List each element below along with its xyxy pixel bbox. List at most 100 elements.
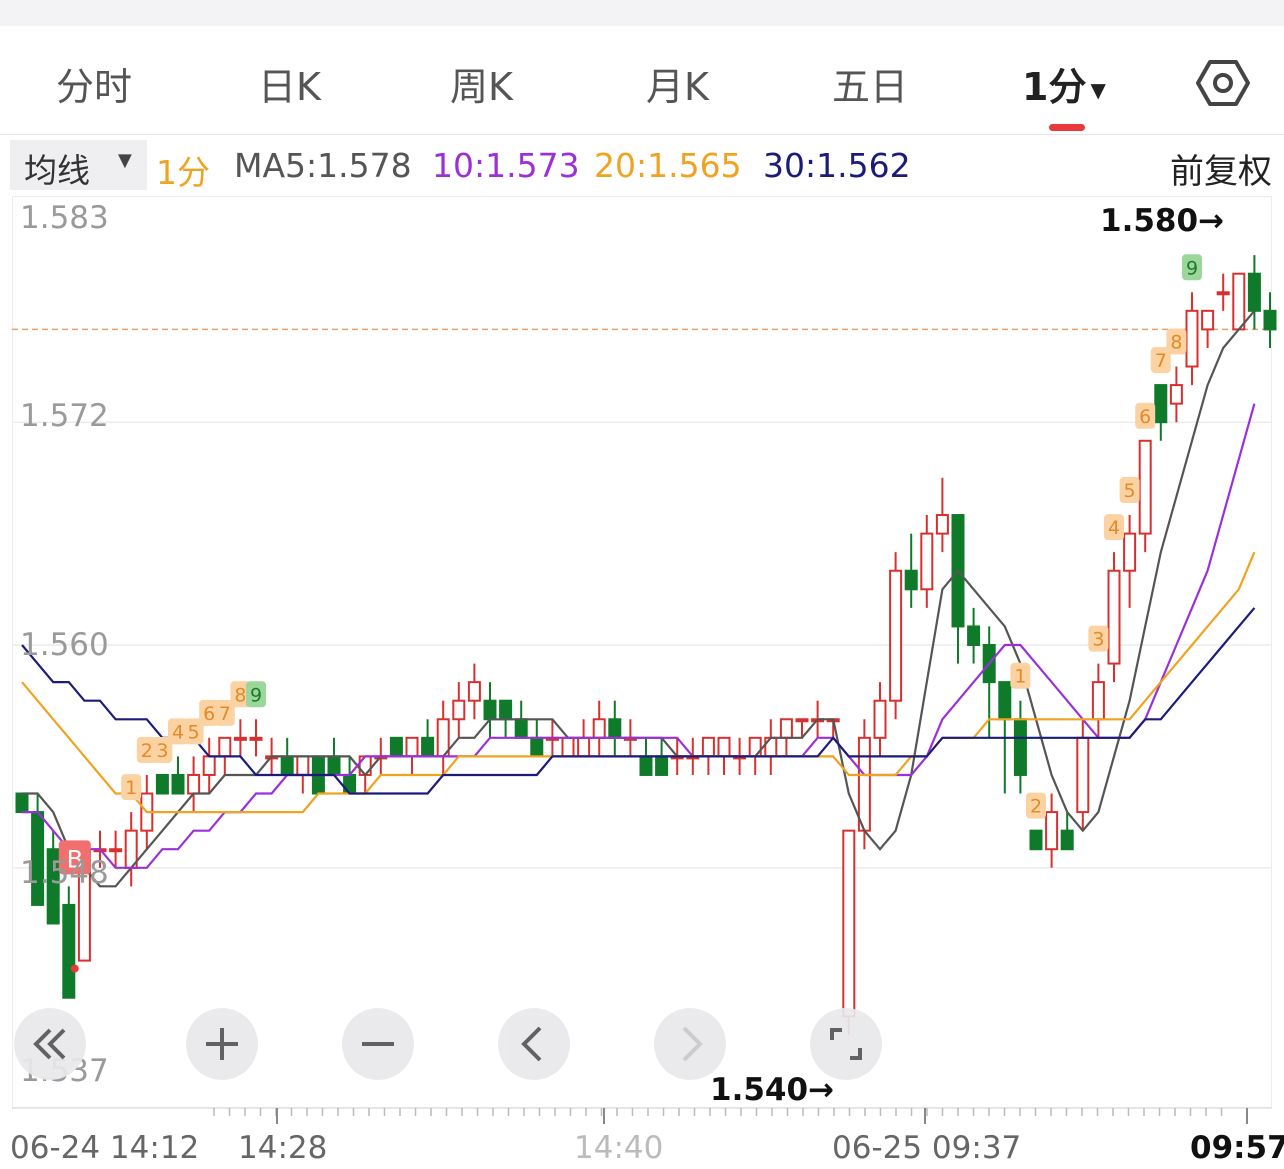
- candle-down: [483, 699, 497, 721]
- scroll-left-button[interactable]: [498, 1008, 570, 1080]
- high-price-marker: 1.580→: [1100, 203, 1225, 239]
- candle-up: [1169, 384, 1183, 405]
- candle-up: [717, 736, 731, 758]
- candle-down: [1154, 384, 1168, 424]
- candle-up: [592, 718, 606, 739]
- signal-label: 5: [1124, 480, 1136, 502]
- signal-label: 7: [219, 703, 231, 725]
- x-tick-label: 06-24 14:12: [10, 1130, 200, 1166]
- candle-up: [795, 718, 809, 723]
- fullscreen-button[interactable]: [810, 1008, 882, 1080]
- candle-up: [701, 736, 715, 758]
- candle-down: [1247, 272, 1261, 312]
- candle-down: [389, 736, 403, 758]
- candle-up: [109, 848, 123, 853]
- candle-up: [467, 681, 481, 702]
- scroll-left-far-button[interactable]: [14, 1008, 86, 1080]
- candle-up: [577, 736, 591, 758]
- candle-down: [1060, 829, 1074, 851]
- candle-down: [655, 755, 669, 776]
- candle-down: [343, 773, 357, 795]
- scroll-right-button[interactable]: [654, 1008, 726, 1080]
- candle-down: [998, 681, 1012, 721]
- buy-point-dot: [70, 964, 79, 973]
- signal-label: 2: [1030, 796, 1042, 818]
- minus-icon: [362, 1042, 394, 1046]
- chevron-right-icon: [682, 1026, 703, 1062]
- signal-label: 5: [188, 721, 200, 743]
- candle-up: [748, 736, 762, 758]
- candle-up: [452, 699, 466, 721]
- signal-label: 4: [172, 721, 184, 743]
- candle-down: [421, 736, 435, 758]
- fullscreen-icon: [830, 1028, 862, 1060]
- candle-up: [1123, 532, 1137, 572]
- candle-down: [171, 773, 185, 795]
- candle-up: [296, 755, 310, 776]
- signal-label: 8: [1170, 332, 1182, 354]
- candle-up: [405, 736, 419, 758]
- candle-up: [1107, 569, 1121, 665]
- candle-up: [857, 736, 871, 832]
- signal-label: 3: [156, 740, 168, 762]
- signal-label: 1: [125, 777, 137, 799]
- candle-down: [530, 736, 544, 758]
- y-tick-label: 1.548: [20, 855, 109, 891]
- candle-up: [561, 736, 575, 758]
- candle-up: [1138, 439, 1152, 535]
- signal-label: 9: [250, 684, 262, 706]
- candle-up: [1076, 736, 1090, 814]
- signal-label: 7: [1155, 350, 1167, 372]
- candle-up: [842, 829, 856, 1018]
- candle-up: [1232, 272, 1246, 331]
- candle-up: [873, 699, 887, 739]
- zoom-in-button[interactable]: [186, 1008, 258, 1080]
- signal-label: 1: [1014, 666, 1026, 688]
- signal-label: 8: [234, 684, 246, 706]
- x-tick-label: 14:28: [238, 1130, 328, 1166]
- candle-up: [1201, 309, 1215, 331]
- signal-label: 4: [1108, 517, 1120, 539]
- x-tick-label: 09:57: [1190, 1130, 1284, 1166]
- candle-up: [1091, 681, 1105, 721]
- candle-down: [155, 773, 169, 795]
- candle-up: [202, 755, 216, 776]
- plus-icon: [206, 1028, 238, 1060]
- y-tick-label: 1.560: [20, 627, 109, 663]
- candle-up: [1185, 309, 1199, 368]
- candle-down: [1263, 309, 1277, 331]
- candle-up: [1045, 811, 1059, 851]
- ma-line-ma10: [22, 403, 1256, 869]
- candle-up: [187, 773, 201, 795]
- candle-down: [327, 755, 341, 776]
- candle-up: [1216, 291, 1230, 296]
- candle-down: [62, 903, 76, 999]
- x-tick-label: 14:40: [574, 1130, 664, 1166]
- candle-up: [920, 532, 934, 591]
- signal-label: 6: [203, 703, 215, 725]
- candle-down: [514, 718, 528, 739]
- signal-label: 2: [141, 740, 153, 762]
- double-chevron-left-icon: [33, 1028, 66, 1060]
- ma-line-ma5: [22, 310, 1256, 888]
- signal-label: 9: [1186, 257, 1198, 279]
- candle-up: [764, 736, 778, 758]
- candle-up: [358, 755, 372, 776]
- y-tick-label: 1.572: [20, 398, 109, 434]
- y-tick-label: 1.583: [20, 200, 109, 236]
- candle-down: [15, 792, 29, 814]
- candle-up: [249, 736, 263, 741]
- candle-up: [233, 736, 247, 741]
- zoom-out-button[interactable]: [342, 1008, 414, 1080]
- kline-chart[interactable]: 12 34 56 78 9123456789B: [0, 0, 1284, 1169]
- x-axis: 06-24 14:12 14:28 14:40 06-25 09:37 09:5…: [0, 1108, 1284, 1169]
- candle-down: [639, 755, 653, 776]
- candle-up: [779, 718, 793, 739]
- signal-label: 6: [1139, 406, 1151, 428]
- candle-up: [889, 569, 903, 702]
- candle-down: [904, 569, 918, 591]
- candle-down: [967, 625, 981, 646]
- candle-down: [499, 699, 513, 721]
- candle-up: [935, 514, 949, 535]
- candle-down: [608, 718, 622, 739]
